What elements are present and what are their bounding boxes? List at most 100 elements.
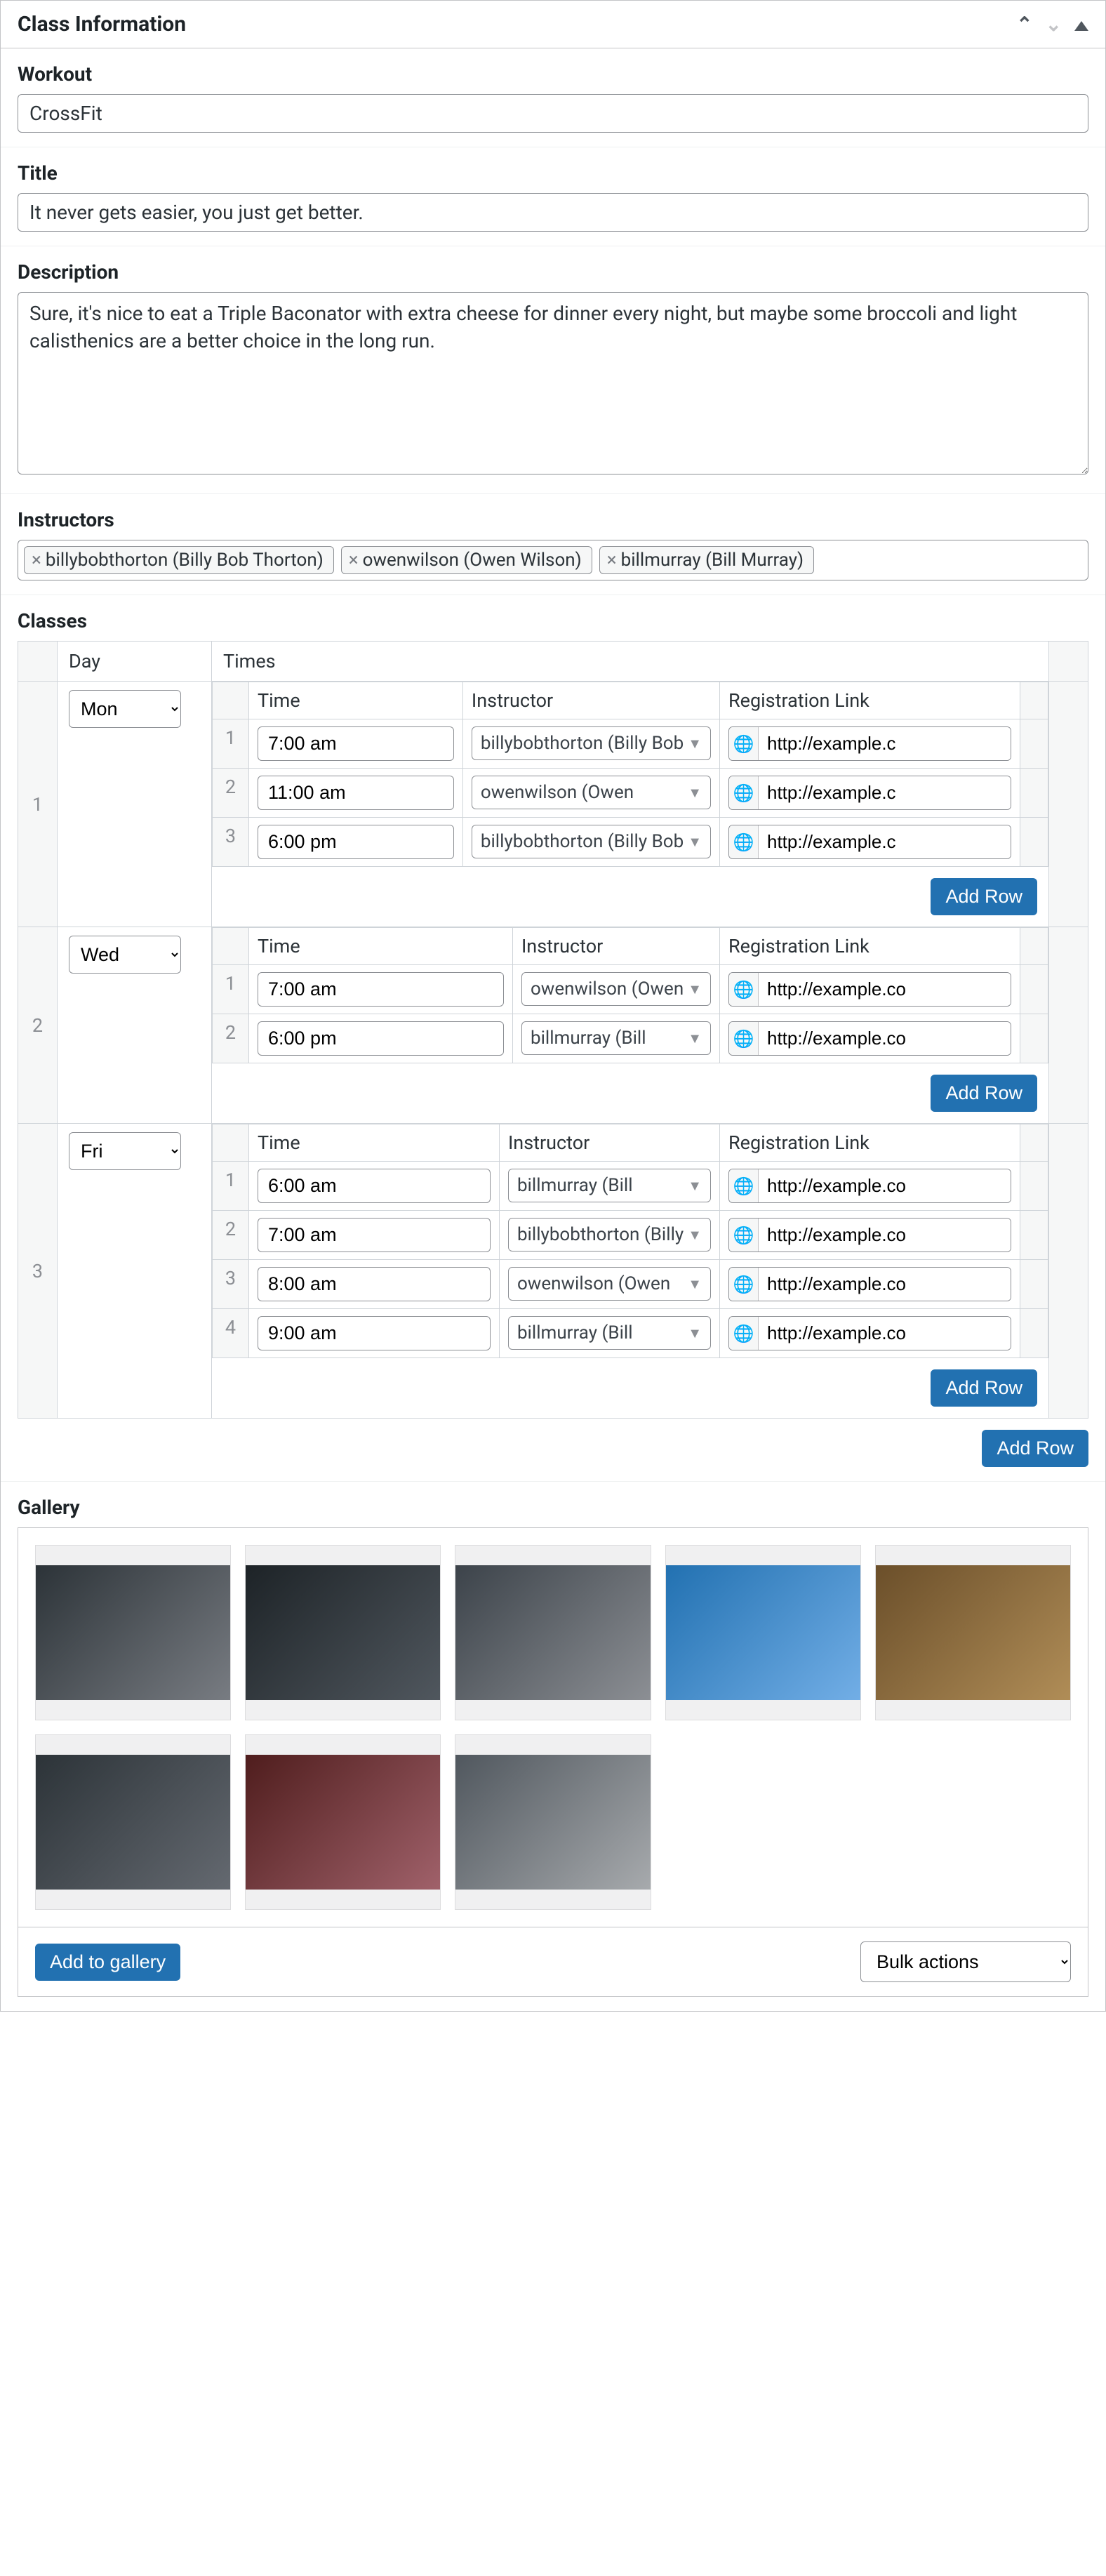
inner-row-number[interactable]: 1 xyxy=(213,1162,249,1211)
globe-icon: 🌐 xyxy=(729,973,759,1006)
time-input[interactable] xyxy=(258,1316,491,1350)
inner-row-actions[interactable] xyxy=(1020,1309,1048,1358)
remove-icon[interactable]: × xyxy=(32,550,41,571)
inner-row-actions[interactable] xyxy=(1020,965,1048,1014)
gallery-item[interactable] xyxy=(875,1545,1071,1720)
registration-link-input[interactable] xyxy=(759,825,1011,858)
day-select[interactable]: Mon xyxy=(69,690,181,728)
gallery-image xyxy=(246,1755,440,1890)
inner-row-number[interactable]: 3 xyxy=(213,818,249,867)
class-row-number[interactable]: 3 xyxy=(18,1124,58,1419)
instructors-label: Instructors xyxy=(18,508,1088,531)
class-row-number[interactable]: 2 xyxy=(18,927,58,1124)
inner-row-number[interactable]: 1 xyxy=(213,965,249,1014)
inner-row-actions[interactable] xyxy=(1020,769,1048,818)
gallery-item[interactable] xyxy=(665,1545,861,1720)
gallery-item[interactable] xyxy=(455,1734,651,1910)
day-select[interactable]: Wed xyxy=(69,936,181,974)
class-row-actions[interactable] xyxy=(1049,927,1088,1124)
collapse-icon[interactable] xyxy=(1074,13,1088,36)
description-textarea[interactable] xyxy=(18,292,1088,474)
bulk-actions-select[interactable]: Bulk actions xyxy=(860,1941,1071,1982)
globe-icon: 🌐 xyxy=(729,1169,759,1202)
workout-input[interactable] xyxy=(18,94,1088,133)
inner-row-actions[interactable] xyxy=(1020,1162,1048,1211)
chevron-down-icon: ▼ xyxy=(688,1030,702,1047)
instructor-select[interactable]: billmurray (Bill▼ xyxy=(521,1021,711,1055)
title-input[interactable] xyxy=(18,193,1088,232)
instructor-col-header: Instructor xyxy=(462,682,719,719)
chevron-down-icon: ▼ xyxy=(688,735,702,752)
inner-row-actions[interactable] xyxy=(1020,1211,1048,1260)
inner-row-number[interactable]: 2 xyxy=(213,1211,249,1260)
time-input[interactable] xyxy=(258,1169,491,1203)
remove-icon[interactable]: × xyxy=(349,550,359,571)
gallery-image xyxy=(455,1565,650,1700)
chevron-down-icon: ▼ xyxy=(688,981,702,998)
gallery-item[interactable] xyxy=(245,1734,441,1910)
time-input[interactable] xyxy=(258,1267,491,1301)
add-time-row-button[interactable]: Add Row xyxy=(931,1075,1037,1112)
registration-link-input[interactable] xyxy=(759,1268,1011,1301)
registration-link-input[interactable] xyxy=(759,1317,1011,1350)
time-input[interactable] xyxy=(258,726,454,761)
gallery-item[interactable] xyxy=(455,1545,651,1720)
registration-link-input[interactable] xyxy=(759,1219,1011,1252)
add-time-row-button[interactable]: Add Row xyxy=(931,1369,1037,1407)
inner-handle-header xyxy=(213,1124,249,1162)
registration-link-input[interactable] xyxy=(759,776,1011,809)
instructor-select[interactable]: billybobthorton (Billy Bob▼ xyxy=(472,825,711,858)
instructor-select[interactable]: billmurray (Bill▼ xyxy=(508,1316,711,1350)
add-class-row-button[interactable]: Add Row xyxy=(982,1430,1088,1467)
instructors-tagbox[interactable]: ×billybobthorton (Billy Bob Thorton) ×ow… xyxy=(18,540,1088,580)
inner-row-number[interactable]: 2 xyxy=(213,769,249,818)
instructor-select[interactable]: owenwilson (Owen▼ xyxy=(472,776,711,809)
gallery-item[interactable] xyxy=(35,1545,231,1720)
instructor-tag[interactable]: ×billybobthorton (Billy Bob Thorton) xyxy=(24,546,334,574)
instructor-select[interactable]: billmurray (Bill▼ xyxy=(508,1169,711,1202)
tag-label: billmurray (Bill Murray) xyxy=(621,550,804,571)
gallery-image xyxy=(876,1565,1070,1700)
instructor-tag[interactable]: ×owenwilson (Owen Wilson) xyxy=(341,546,592,574)
reglink-col-header: Registration Link xyxy=(720,682,1020,719)
day-select[interactable]: Fri xyxy=(69,1132,181,1170)
add-time-row-button[interactable]: Add Row xyxy=(931,878,1037,915)
time-input[interactable] xyxy=(258,1218,491,1252)
chevron-down-icon: ▼ xyxy=(688,1275,702,1293)
class-row-number[interactable]: 1 xyxy=(18,682,58,927)
inner-row-number[interactable]: 4 xyxy=(213,1309,249,1358)
registration-link-input[interactable] xyxy=(759,973,1011,1006)
class-row-actions[interactable] xyxy=(1049,1124,1088,1419)
inner-row-actions[interactable] xyxy=(1020,1260,1048,1309)
instructor-select[interactable]: billybobthorton (Billy Bob▼ xyxy=(472,726,711,760)
instructor-tag[interactable]: ×billmurray (Bill Murray) xyxy=(599,546,814,574)
registration-link-input[interactable] xyxy=(759,1169,1011,1202)
add-to-gallery-button[interactable]: Add to gallery xyxy=(35,1944,180,1981)
registration-link-input[interactable] xyxy=(759,727,1011,760)
gallery-image xyxy=(666,1565,860,1700)
inner-row-number[interactable]: 3 xyxy=(213,1260,249,1309)
time-input[interactable] xyxy=(258,776,454,810)
inner-row-number[interactable]: 2 xyxy=(213,1014,249,1063)
chevron-up-icon[interactable]: ⌃ xyxy=(1016,13,1032,36)
globe-icon: 🌐 xyxy=(729,727,759,760)
remove-icon[interactable]: × xyxy=(607,550,617,571)
globe-icon: 🌐 xyxy=(729,1022,759,1055)
instructor-select[interactable]: owenwilson (Owen▼ xyxy=(508,1267,711,1301)
instructor-select[interactable]: billybobthorton (Billy▼ xyxy=(508,1218,711,1252)
time-input[interactable] xyxy=(258,1021,504,1056)
time-input[interactable] xyxy=(258,972,504,1007)
inner-row-actions[interactable] xyxy=(1020,818,1048,867)
gallery-item[interactable] xyxy=(245,1545,441,1720)
registration-link-input[interactable] xyxy=(759,1022,1011,1055)
instructor-select[interactable]: owenwilson (Owen▼ xyxy=(521,972,711,1006)
description-label: Description xyxy=(18,260,1088,284)
time-col-header: Time xyxy=(249,682,463,719)
inner-row-number[interactable]: 1 xyxy=(213,719,249,769)
gallery-item[interactable] xyxy=(35,1734,231,1910)
inner-row-actions[interactable] xyxy=(1020,719,1048,769)
chevron-down-icon[interactable]: ⌄ xyxy=(1046,13,1062,36)
time-input[interactable] xyxy=(258,825,454,859)
inner-row-actions[interactable] xyxy=(1020,1014,1048,1063)
class-row-actions[interactable] xyxy=(1049,682,1088,927)
